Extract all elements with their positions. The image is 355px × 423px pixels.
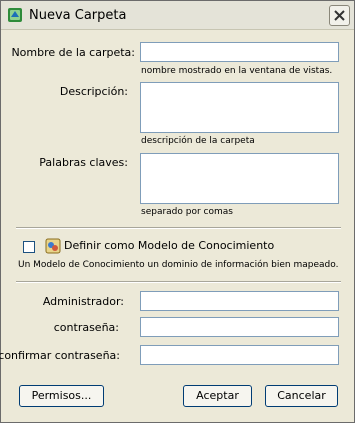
folder-name-label: Nombre de la carpeta: <box>11 46 135 59</box>
folder-app-icon <box>7 7 23 23</box>
keywords-textarea[interactable] <box>140 153 339 204</box>
close-button[interactable] <box>329 5 350 26</box>
knowledge-model-description: Un Modelo de Conocimiento un dominio de … <box>18 260 339 270</box>
dialog-window: Nueva Carpeta Nombre de la carpeta: nomb… <box>0 0 355 423</box>
description-hint: descripción de la carpeta <box>141 136 255 146</box>
accept-button[interactable]: Aceptar <box>183 385 252 407</box>
knowledge-model-label[interactable]: Definir como Modelo de Conocimiento <box>64 239 274 252</box>
keywords-label: Palabras claves: <box>39 156 128 169</box>
separator-top <box>16 227 341 229</box>
description-textarea[interactable] <box>140 82 339 133</box>
confirm-password-input[interactable] <box>140 345 339 365</box>
admin-label: Administrador: <box>42 295 124 308</box>
separator-middle <box>16 281 341 283</box>
cancel-button[interactable]: Cancelar <box>265 385 338 407</box>
password-input[interactable] <box>140 317 339 337</box>
knowledge-model-checkbox[interactable] <box>23 241 35 253</box>
window-title: Nueva Carpeta <box>29 8 127 23</box>
description-label: Descripción: <box>59 85 128 98</box>
confirm-password-label: confirmar contraseña: <box>0 349 120 362</box>
password-label: contraseña: <box>53 321 119 334</box>
folder-name-input[interactable] <box>140 42 339 62</box>
keywords-hint: separado por comas <box>141 207 233 217</box>
knowledge-model-icon <box>45 238 61 254</box>
title-bar[interactable]: Nueva Carpeta <box>1 1 354 30</box>
permissions-button[interactable]: Permisos... <box>19 385 104 407</box>
folder-name-hint: nombre mostrado en la ventana de vistas. <box>141 66 333 76</box>
close-icon <box>334 10 345 21</box>
admin-input[interactable] <box>140 291 339 311</box>
